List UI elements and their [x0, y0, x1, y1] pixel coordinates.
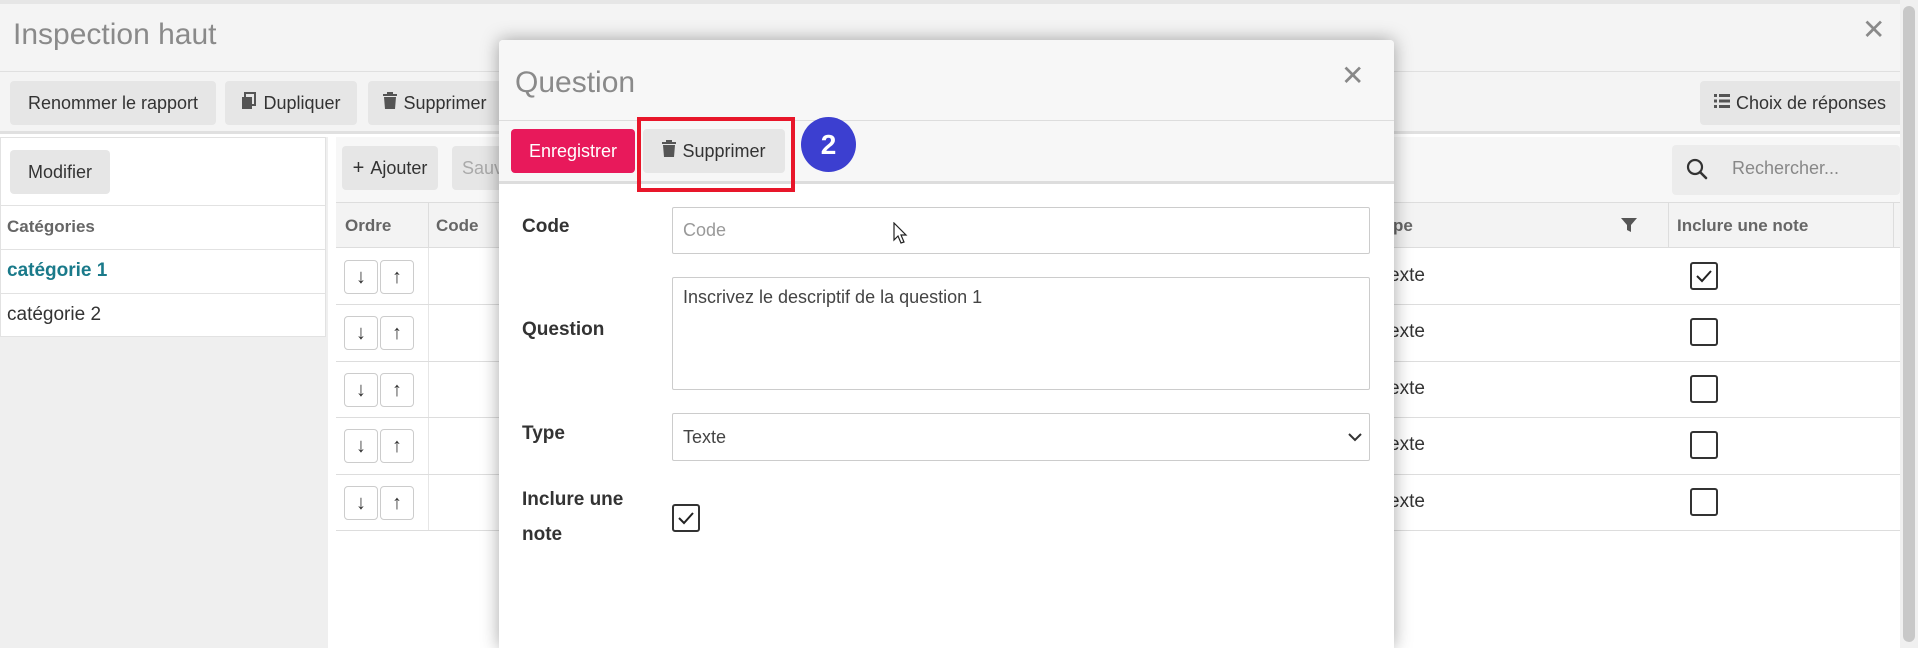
column-header-order[interactable]: Ordre	[345, 216, 391, 236]
filter-icon[interactable]	[1620, 216, 1638, 234]
move-up-button[interactable]: ↑	[380, 260, 414, 294]
arrow-up-icon: ↑	[392, 378, 402, 401]
list-icon	[1713, 93, 1730, 113]
close-icon[interactable]: ✕	[1341, 62, 1364, 90]
chevron-down-icon	[1347, 429, 1363, 445]
move-up-button[interactable]: ↑	[380, 486, 414, 520]
move-down-button[interactable]: ↓	[344, 373, 378, 407]
checkmark-icon	[678, 512, 694, 525]
move-up-button[interactable]: ↑	[380, 429, 414, 463]
categories-header: Catégories	[7, 217, 95, 236]
type-cell: exte	[1389, 378, 1425, 399]
copy-icon	[241, 91, 257, 115]
move-down-button[interactable]: ↓	[344, 260, 378, 294]
column-divider	[1893, 202, 1894, 248]
arrow-down-icon: ↓	[356, 321, 366, 344]
move-up-button[interactable]: ↑	[380, 373, 414, 407]
column-header-type[interactable]: pe	[1393, 216, 1413, 236]
type-cell: exte	[1389, 265, 1425, 286]
save-grid-label: Sauv	[462, 157, 504, 178]
add-label: Ajouter	[370, 157, 428, 178]
search-input[interactable]: Rechercher...	[1732, 158, 1839, 179]
column-divider	[428, 202, 429, 248]
category-item[interactable]: catégorie 1	[7, 260, 107, 282]
category-item[interactable]: catégorie 2	[7, 304, 101, 326]
duplicate-label: Dupliquer	[263, 92, 341, 113]
question-textarea[interactable]: Inscrivez le descriptif de la question 1	[672, 277, 1370, 390]
type-cell: exte	[1389, 434, 1425, 455]
search-icon	[1686, 158, 1708, 180]
question-label: Question	[522, 319, 605, 340]
include-note-checkbox[interactable]	[1690, 375, 1718, 403]
move-down-button[interactable]: ↓	[344, 316, 378, 350]
modify-button[interactable]: Modifier	[10, 150, 110, 194]
column-divider	[1668, 202, 1669, 248]
type-select-value: Texte	[683, 426, 727, 447]
arrow-up-icon: ↑	[392, 265, 402, 288]
modify-label: Modifier	[27, 161, 93, 182]
include-note-checkbox[interactable]	[1690, 488, 1718, 516]
move-down-button[interactable]: ↓	[344, 429, 378, 463]
plus-icon: +	[352, 156, 365, 179]
include-note-label-line2: note	[522, 524, 563, 545]
checkmark-icon	[1696, 270, 1712, 283]
type-select[interactable]: Texte	[672, 413, 1370, 461]
trash-icon	[383, 92, 398, 114]
divider	[0, 293, 326, 294]
duplicate-button[interactable]: Dupliquer	[225, 81, 357, 125]
dialog-title: Question	[515, 66, 636, 99]
save-label: Enregistrer	[528, 140, 618, 161]
code-label: Code	[522, 216, 570, 237]
include-note-checkbox[interactable]	[1690, 318, 1718, 346]
arrow-up-icon: ↑	[392, 491, 402, 514]
arrow-down-icon: ↓	[356, 265, 366, 288]
include-note-checkbox[interactable]	[1690, 262, 1718, 290]
type-label: Type	[522, 423, 565, 444]
rename-report-label: Renommer le rapport	[27, 92, 199, 113]
move-up-button[interactable]: ↑	[380, 316, 414, 350]
delete-report-button[interactable]: Supprimer	[368, 81, 502, 125]
arrow-down-icon: ↓	[356, 378, 366, 401]
arrow-down-icon: ↓	[356, 491, 366, 514]
divider	[0, 205, 326, 206]
delete-report-label: Supprimer	[403, 92, 487, 113]
arrow-up-icon: ↑	[392, 434, 402, 457]
include-note-label: Inclure une	[522, 489, 624, 510]
arrow-up-icon: ↑	[392, 321, 402, 344]
move-down-button[interactable]: ↓	[344, 486, 378, 520]
answer-choices-button[interactable]: Choix de réponses	[1700, 81, 1900, 125]
code-field[interactable]	[672, 207, 1370, 254]
add-button[interactable]: + Ajouter	[342, 146, 438, 190]
type-cell: exte	[1389, 491, 1425, 512]
include-note-checkbox[interactable]	[1690, 431, 1718, 459]
mouse-cursor-icon	[893, 221, 909, 246]
scrollbar-thumb[interactable]	[1903, 6, 1915, 642]
column-header-include-note[interactable]: Inclure une note	[1677, 216, 1808, 236]
report-title: Inspection haut	[13, 18, 217, 51]
rename-report-button[interactable]: Renommer le rapport	[10, 81, 216, 125]
column-header-code[interactable]: Code	[436, 216, 479, 236]
arrow-down-icon: ↓	[356, 434, 366, 457]
step-badge: 2	[801, 117, 856, 172]
divider	[0, 249, 326, 250]
include-note-checkbox[interactable]	[672, 504, 700, 532]
column-divider	[428, 248, 429, 530]
save-button[interactable]: Enregistrer	[511, 129, 635, 173]
tutorial-highlight	[637, 117, 795, 192]
answer-choices-label: Choix de réponses	[1735, 92, 1887, 113]
type-cell: exte	[1389, 321, 1425, 342]
close-icon[interactable]: ✕	[1862, 16, 1885, 44]
